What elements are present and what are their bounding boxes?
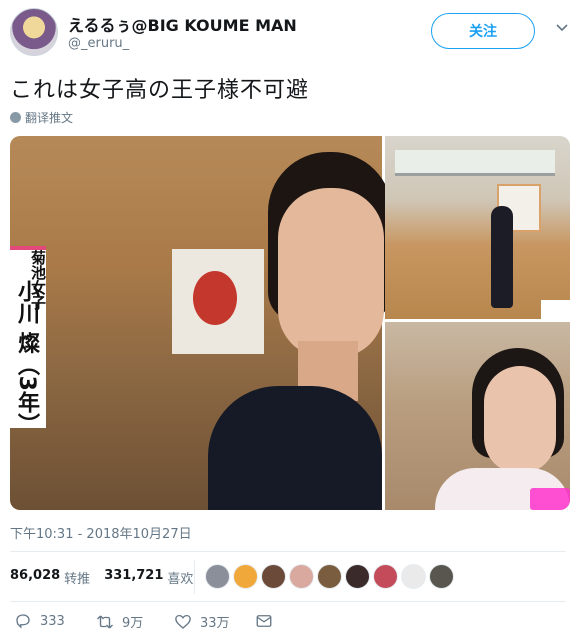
avatar[interactable]	[10, 8, 58, 56]
liker-avatar[interactable]	[317, 564, 342, 589]
gym-window	[395, 150, 555, 176]
reply-icon	[16, 614, 30, 629]
user-handle[interactable]: @_eruru_	[68, 36, 129, 51]
photo-top-right[interactable]	[385, 136, 570, 320]
retweet-count: 9万	[122, 616, 144, 631]
globe-icon	[10, 112, 21, 123]
person-face	[278, 188, 384, 358]
translate-label: 翻译推文	[25, 111, 74, 125]
photo-bottom-right[interactable]	[385, 322, 570, 510]
person-figure	[491, 206, 513, 308]
flag-sun	[193, 271, 237, 325]
liker-avatar[interactable]	[345, 564, 370, 589]
liker-avatar[interactable]	[261, 564, 286, 589]
media-grid: 菊池女子 小川 燦（3年）	[10, 136, 570, 510]
likes-count[interactable]: 331,721	[104, 568, 163, 587]
liker-avatars	[205, 564, 454, 589]
person-face	[484, 366, 556, 474]
liker-avatar[interactable]	[429, 564, 454, 589]
caption-name: 小川 燦（3年）	[14, 280, 39, 435]
like-count: 33万	[200, 616, 230, 631]
tweet-timestamp[interactable]: 下午10:31 - 2018年10月27日	[10, 523, 192, 542]
retweets-count[interactable]: 86,028	[10, 568, 60, 587]
overlay-label	[541, 300, 570, 320]
reply-count: 333	[40, 613, 65, 629]
follow-button[interactable]: 关注	[431, 13, 535, 49]
reply-button[interactable]: 333	[14, 612, 65, 630]
mail-icon	[256, 615, 272, 627]
liker-avatar[interactable]	[289, 564, 314, 589]
likes-label: 喜欢	[167, 572, 194, 587]
liker-avatar[interactable]	[373, 564, 398, 589]
liker-avatar[interactable]	[401, 564, 426, 589]
photo-main[interactable]: 菊池女子 小川 燦（3年）	[10, 136, 392, 510]
liker-avatar[interactable]	[233, 564, 258, 589]
translate-tweet-link[interactable]: 翻译推文	[10, 109, 73, 126]
retweet-button[interactable]: 9万	[96, 612, 143, 631]
liker-avatar[interactable]	[205, 564, 230, 589]
tweet-header: えるるぅ@BIG KOUME MAN @_eruru_ 关注	[10, 8, 568, 60]
tweet-text: これは女子高の王子様不可避	[10, 78, 310, 103]
tweet-actions: 333 9万 33万	[10, 612, 570, 636]
divider	[10, 601, 566, 602]
divider	[10, 551, 566, 552]
heart-icon	[175, 614, 191, 629]
overlay-label	[530, 488, 570, 510]
like-button[interactable]: 33万	[174, 612, 230, 631]
retweets-label: 转推	[64, 572, 91, 587]
retweet-icon	[97, 615, 113, 628]
display-name[interactable]: えるるぅ@BIG KOUME MAN	[68, 12, 297, 36]
stats-separator	[194, 560, 195, 594]
tweet-stats: 86,028 转推 331,721 喜欢	[10, 568, 203, 587]
direct-message-button[interactable]	[255, 612, 273, 630]
chevron-down-icon[interactable]	[556, 22, 568, 34]
person-uniform	[208, 386, 382, 510]
